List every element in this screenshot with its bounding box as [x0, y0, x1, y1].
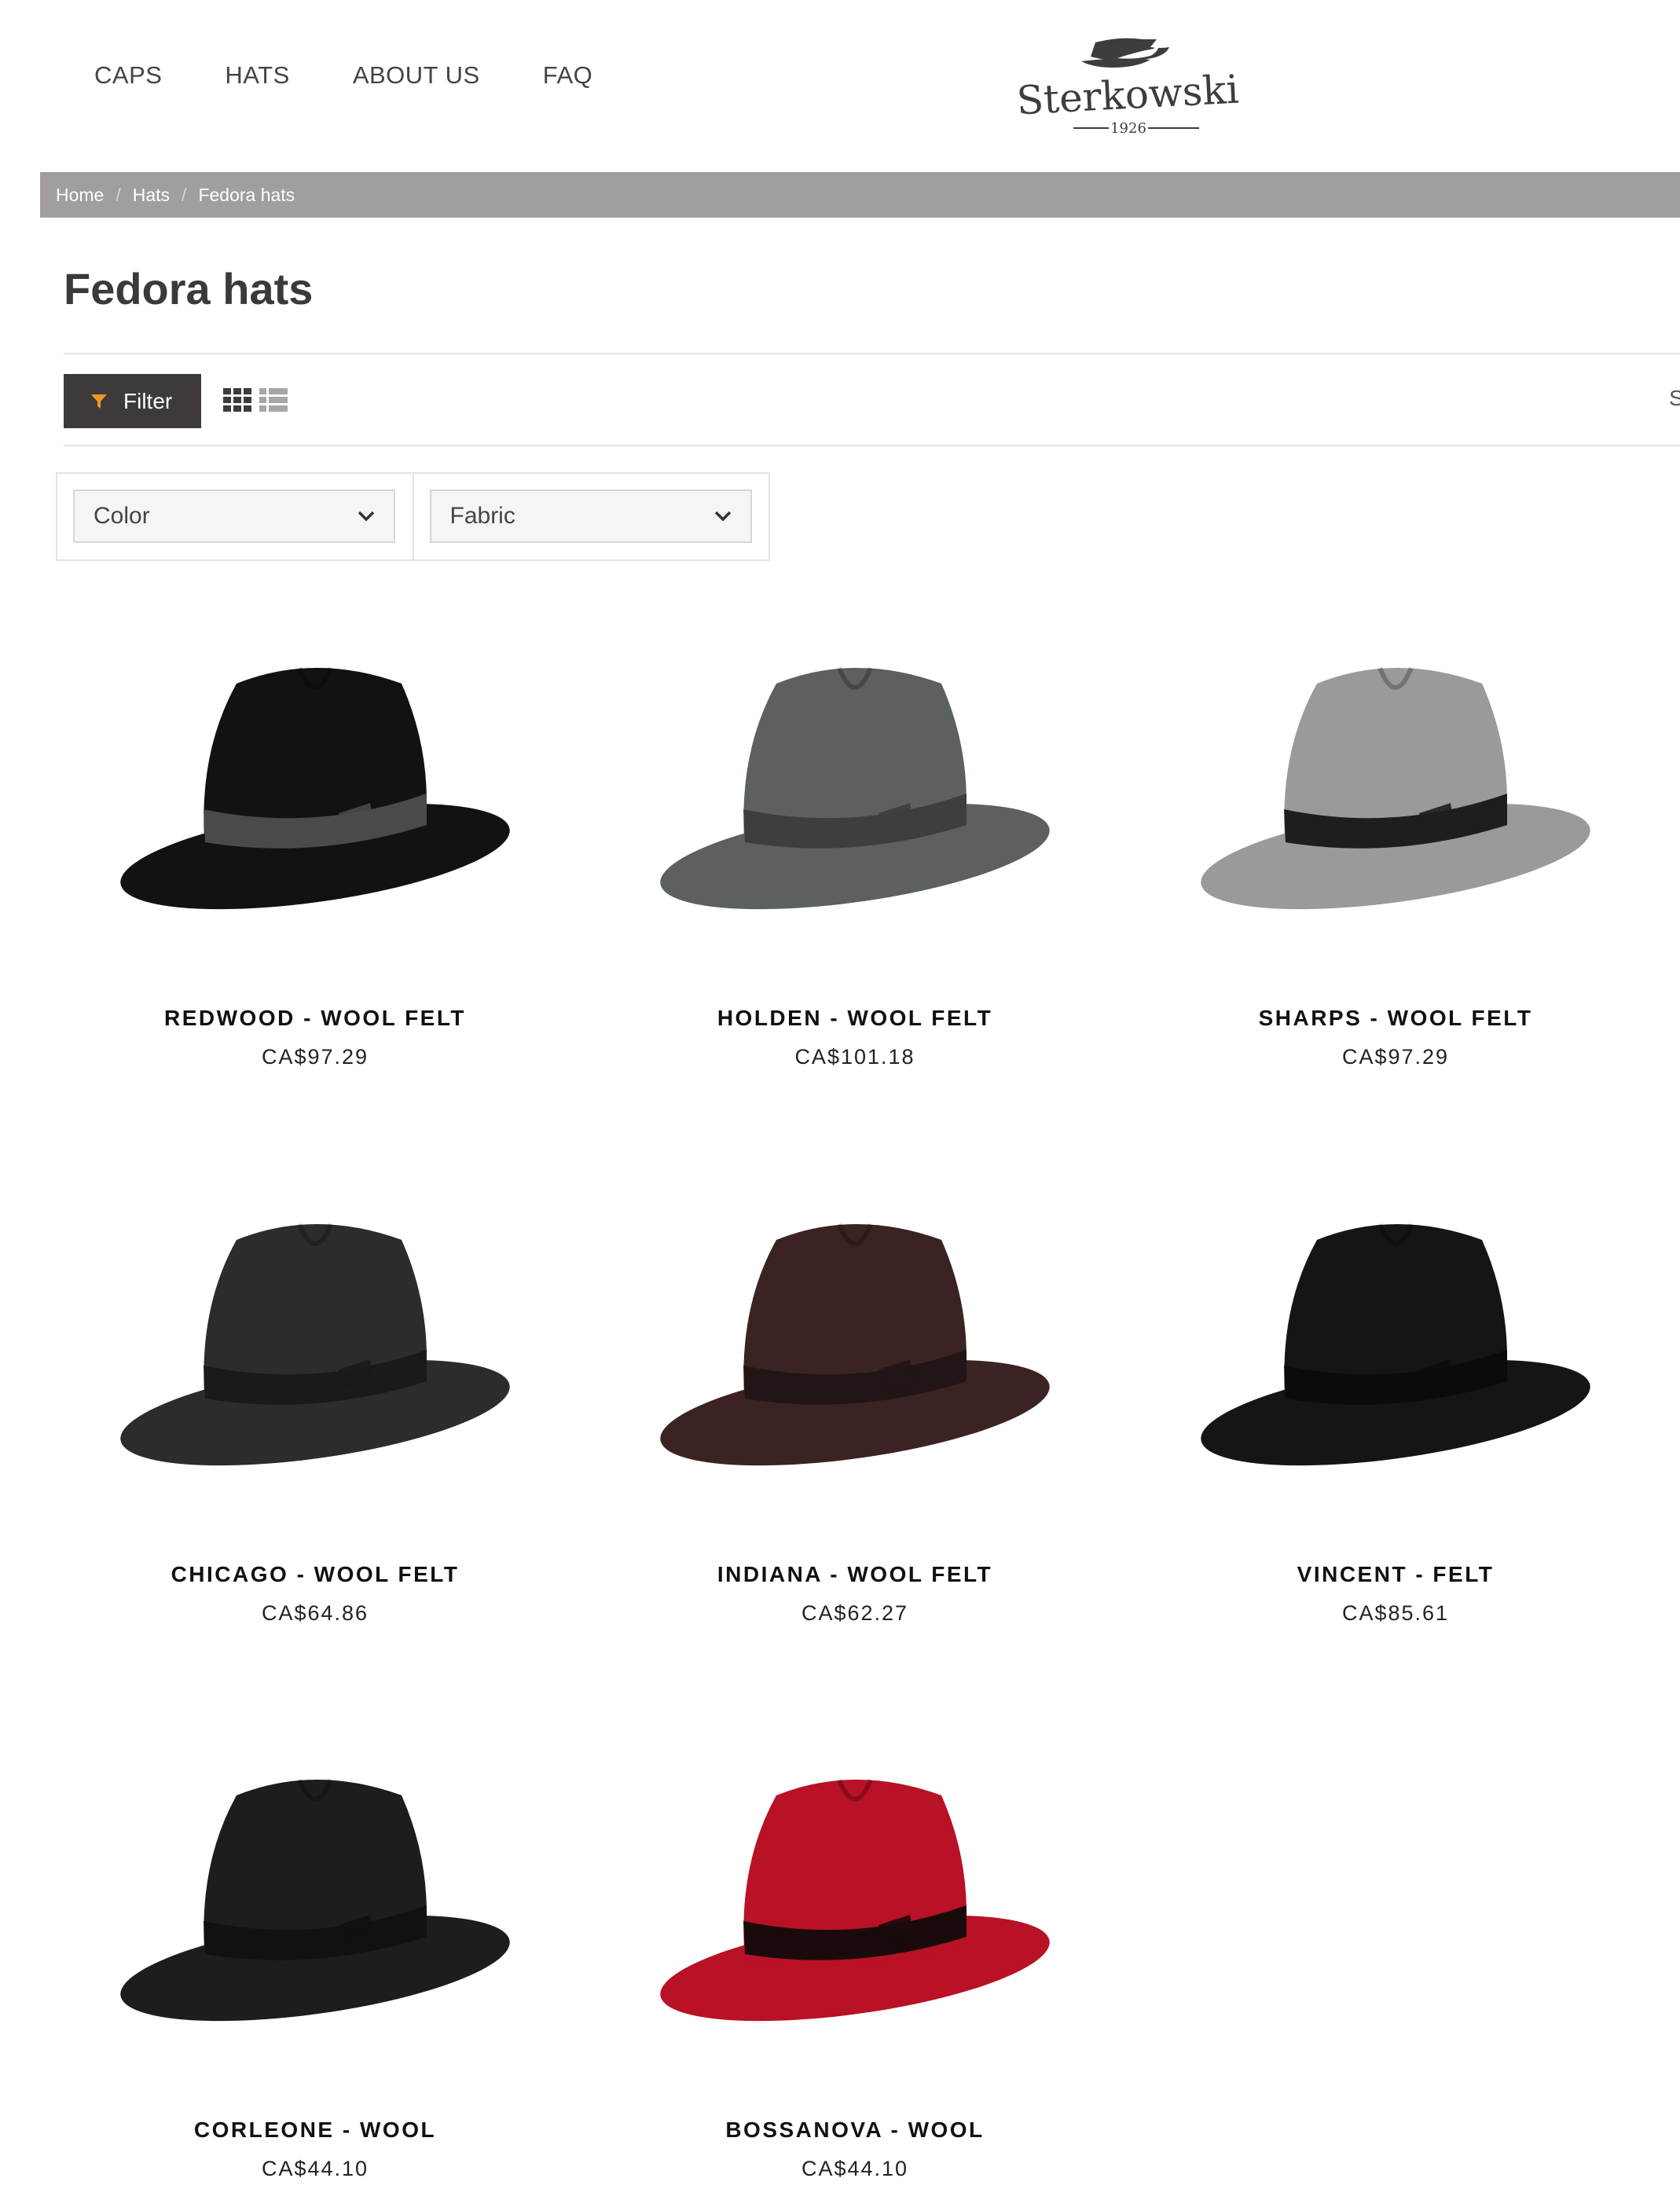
sort-dropdown-partial[interactable]: S: [1669, 386, 1680, 411]
product-price: CA$62.27: [801, 1601, 909, 1625]
brand-logo[interactable]: Sterkowski 1926: [1003, 20, 1254, 138]
product-card[interactable]: CORLEONE - WOOL CA$44.10: [56, 1732, 574, 2204]
funnel-icon: [91, 394, 107, 409]
product-image[interactable]: [103, 1732, 527, 2062]
product-price: CA$97.29: [1341, 1045, 1450, 1069]
facet-fabric: Fabric: [414, 474, 769, 559]
product-card[interactable]: HOLDEN - WOOL FELT CA$101.18: [596, 621, 1114, 1092]
nav-item-about-us[interactable]: ABOUT US: [353, 61, 480, 90]
product-image[interactable]: [643, 1732, 1067, 2062]
product-price: CA$97.29: [261, 1045, 369, 1069]
filter-button-label: Filter: [123, 388, 173, 413]
product-image[interactable]: [1183, 1177, 1608, 1507]
product-name[interactable]: CHICAGO - WOOL FELT: [56, 1562, 574, 1587]
breadcrumb-current: Fedora hats: [198, 184, 295, 205]
product-price: CA$101.18: [794, 1045, 915, 1069]
filter-button[interactable]: Filter: [64, 374, 201, 428]
view-toggle-group: [223, 388, 288, 412]
product-card[interactable]: BOSSANOVA - WOOL CA$44.10: [596, 1732, 1114, 2204]
fabric-select-label: Fabric: [449, 503, 515, 529]
breadcrumb-separator: /: [182, 184, 187, 205]
facet-color: Color: [57, 474, 414, 559]
product-price: CA$44.10: [261, 2157, 369, 2180]
product-name[interactable]: SHARPS - WOOL FELT: [1136, 1006, 1655, 1031]
product-name[interactable]: REDWOOD - WOOL FELT: [56, 1006, 574, 1031]
product-name[interactable]: BOSSANOVA - WOOL: [596, 2118, 1114, 2143]
divider: [64, 445, 1680, 446]
product-image[interactable]: [643, 621, 1067, 951]
breadcrumb-hats[interactable]: Hats: [133, 185, 170, 206]
breadcrumb-separator: /: [116, 184, 121, 205]
product-name[interactable]: CORLEONE - WOOL: [56, 2118, 574, 2143]
product-card[interactable]: INDIANA - WOOL FELT CA$62.27: [596, 1177, 1114, 1648]
product-image[interactable]: [1183, 621, 1608, 951]
product-card[interactable]: REDWOOD - WOOL FELT CA$97.29: [56, 621, 574, 1092]
site-header: CAPS HATS ABOUT US FAQ Sterkowski 1926: [0, 0, 1680, 171]
product-price: CA$85.61: [1341, 1601, 1450, 1625]
fabric-select[interactable]: Fabric: [429, 490, 752, 543]
breadcrumb-home[interactable]: Home: [56, 185, 104, 206]
product-price: CA$64.86: [261, 1601, 369, 1625]
product-name[interactable]: HOLDEN - WOOL FELT: [596, 1006, 1114, 1031]
main-nav: CAPS HATS ABOUT US FAQ: [94, 61, 592, 90]
product-card[interactable]: CHICAGO - WOOL FELT CA$64.86: [56, 1177, 574, 1648]
nav-item-hats[interactable]: HATS: [225, 61, 289, 90]
grid-view-icon[interactable]: [223, 388, 251, 412]
product-image[interactable]: [103, 621, 527, 951]
divider: [64, 353, 1680, 354]
filter-facets: Color Fabric: [56, 472, 770, 561]
list-view-icon[interactable]: [259, 388, 288, 412]
color-select[interactable]: Color: [73, 490, 395, 543]
product-card[interactable]: SHARPS - WOOL FELT CA$97.29: [1136, 621, 1655, 1092]
page-title: Fedora hats: [64, 264, 314, 314]
product-card[interactable]: VINCENT - FELT CA$85.61: [1136, 1177, 1655, 1648]
product-name[interactable]: VINCENT - FELT: [1136, 1562, 1655, 1587]
color-select-label: Color: [94, 503, 150, 529]
product-name[interactable]: INDIANA - WOOL FELT: [596, 1562, 1114, 1587]
product-image[interactable]: [643, 1177, 1067, 1507]
chevron-down-icon: [714, 511, 731, 522]
nav-item-caps[interactable]: CAPS: [94, 61, 162, 90]
logo-year: 1926: [1110, 120, 1146, 137]
logo-wordmark: Sterkowski: [1015, 67, 1240, 124]
product-image[interactable]: [103, 1177, 527, 1507]
product-price: CA$44.10: [801, 2157, 909, 2180]
breadcrumb: Home / Hats / Fedora hats: [40, 172, 1680, 218]
chevron-down-icon: [358, 511, 375, 522]
nav-item-faq[interactable]: FAQ: [543, 61, 593, 90]
